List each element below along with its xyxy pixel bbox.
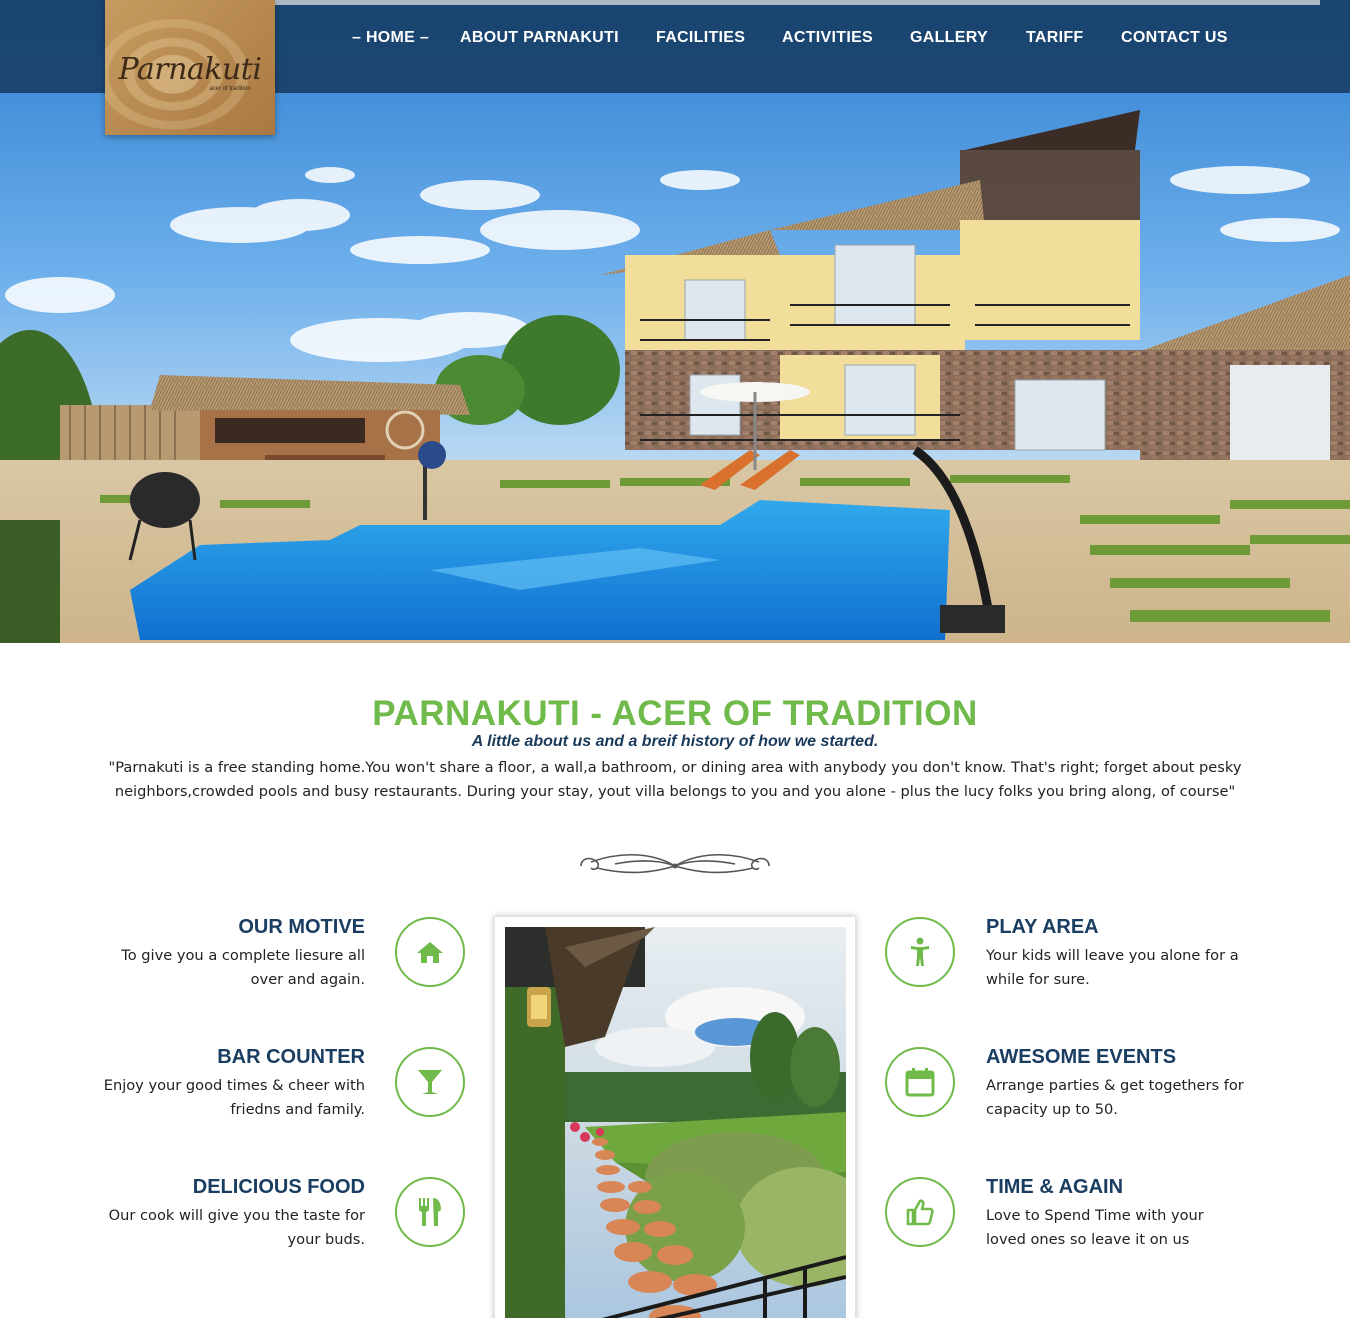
nav-tariff[interactable]: TARIFF (1026, 29, 1084, 47)
intro-paragraph: "Parnakuti is a free standing home.You w… (108, 759, 1242, 800)
thumbs-up-icon[interactable] (885, 1177, 955, 1247)
ornament-divider-icon (580, 853, 770, 874)
calendar-icon[interactable] (885, 1047, 955, 1117)
hero-banner: Parnakuti acer of tradition – HOME – ABO… (0, 0, 1350, 643)
header-top-strip (275, 0, 1320, 5)
home-icon[interactable] (395, 917, 465, 987)
nav-gallery[interactable]: GALLERY (910, 29, 988, 47)
feature-title-events: AWESOME EVENTS (986, 1046, 1177, 1068)
cocktail-icon[interactable] (395, 1047, 465, 1117)
nav-about[interactable]: ABOUT PARNAKUTI (460, 29, 619, 47)
page-title: PARNAKUTI - ACER OF TRADITION (372, 694, 978, 733)
feature-title-bar: BAR COUNTER (217, 1046, 365, 1068)
feature-title-motive: OUR MOTIVE (238, 916, 365, 938)
feature-desc-time: Love to Spend Time with your loved ones … (986, 1207, 1204, 1248)
nav-home[interactable]: – HOME – (352, 29, 429, 47)
logo-tagline: acer of tradition (209, 86, 251, 92)
feature-title-food: DELICIOUS FOOD (192, 1176, 365, 1198)
nav-contact[interactable]: CONTACT US (1121, 29, 1228, 47)
feature-desc-food: Our cook will give you the taste for you… (108, 1207, 365, 1248)
feature-title-play: PLAY AREA (986, 916, 1099, 938)
feature-desc-events: Arrange parties & get togethers for capa… (986, 1077, 1244, 1118)
garden-photo (505, 927, 846, 1318)
nav-activities[interactable]: ACTIVITIES (782, 29, 873, 47)
garden-photo-frame (494, 916, 856, 1318)
feature-desc-play: Your kids will leave you alone for a whi… (986, 947, 1239, 988)
feature-title-time: TIME & AGAIN (986, 1176, 1124, 1198)
nav-facilities[interactable]: FACILITIES (656, 29, 745, 47)
page-subtitle: A little about us and a breif history of… (471, 733, 879, 750)
feature-desc-bar: Enjoy your good times & cheer with fried… (103, 1077, 365, 1118)
cutlery-icon[interactable] (395, 1177, 465, 1247)
feature-desc-motive: To give you a complete liesure all over … (121, 947, 365, 988)
site-logo[interactable]: Parnakuti acer of tradition (105, 0, 275, 135)
child-icon[interactable] (885, 917, 955, 987)
logo-text: Parnakuti (118, 52, 262, 87)
